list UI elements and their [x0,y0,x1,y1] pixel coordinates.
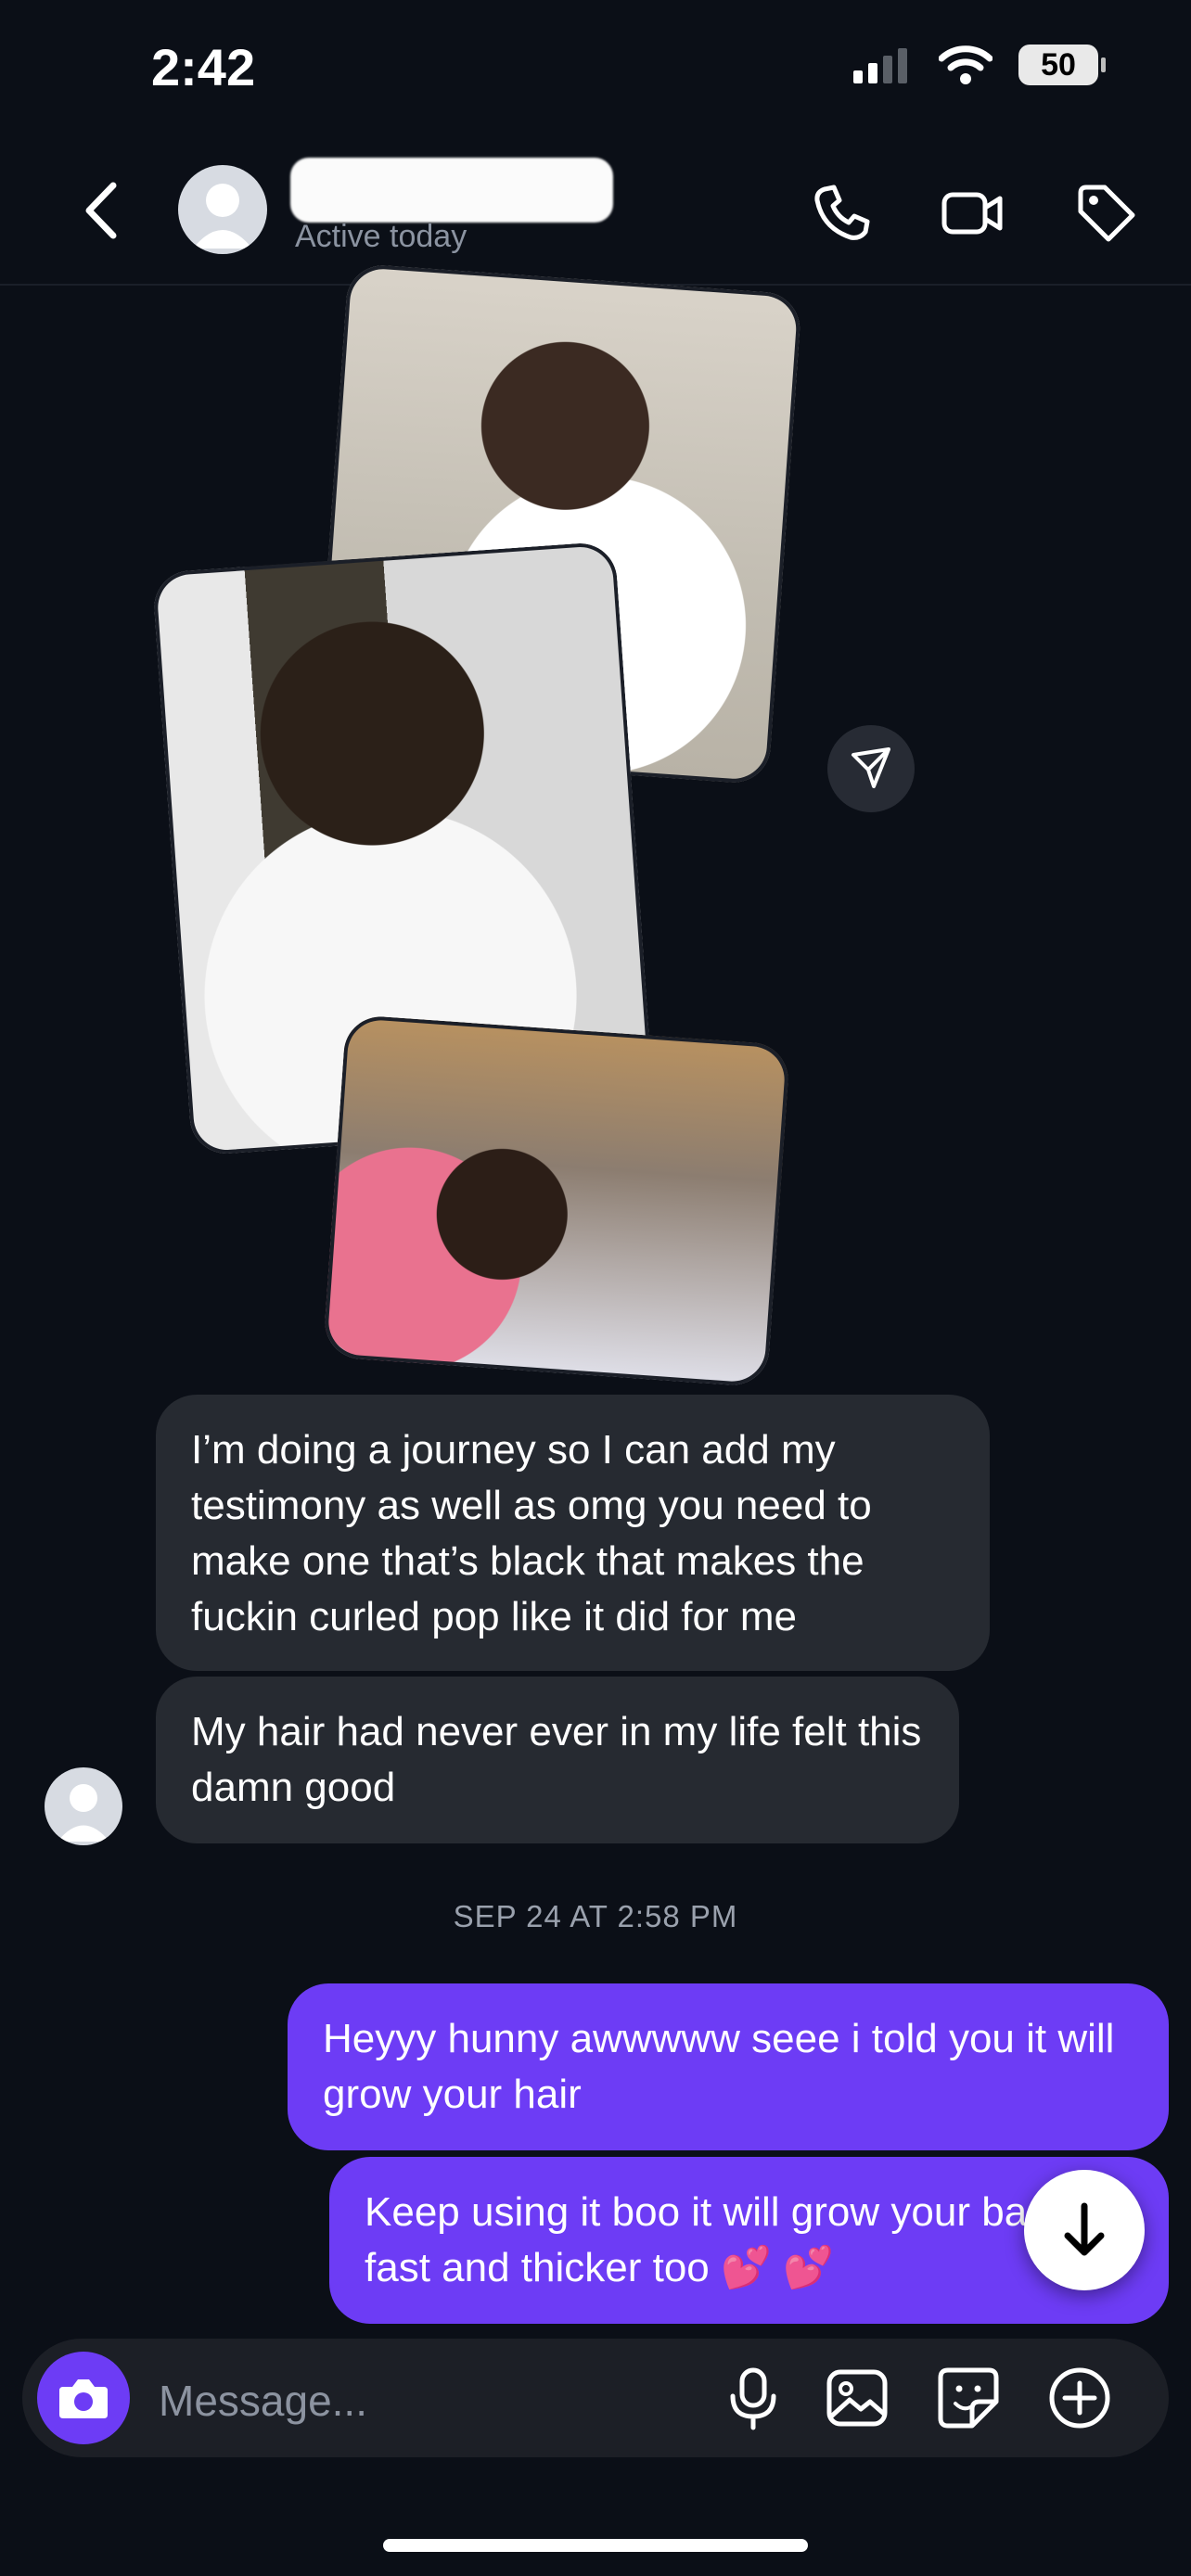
phone-icon[interactable] [808,180,875,247]
chat-header: Active today [0,139,1191,286]
message-timestamp: SEP 24 AT 2:58 PM [453,1899,738,1933]
sender-avatar[interactable] [45,1767,122,1845]
plus-circle-icon[interactable] [1046,2365,1113,2431]
scroll-to-bottom-button[interactable] [1024,2170,1145,2290]
send-icon [852,747,890,788]
video-icon[interactable] [939,180,1005,247]
arrow-down-icon [1064,2202,1105,2256]
sticker-icon[interactable] [935,2365,1002,2431]
contact-avatar[interactable] [178,165,267,254]
incoming-message[interactable]: I’m doing a journey so I can add my test… [156,1395,990,1671]
incoming-message[interactable]: My hair had never ever in my life felt t… [156,1677,959,1843]
status-icons: 50 [853,45,1106,85]
signal-icon [853,48,907,83]
chevron-left-icon[interactable] [76,178,132,243]
status-bar: 2:42 50 [0,0,1191,139]
outgoing-message[interactable]: Heyyy hunny awwwww seee i told you it wi… [288,1983,1169,2150]
share-button[interactable] [827,725,915,812]
message-input[interactable] [157,2372,698,2429]
redacted-contact-name [290,158,613,223]
tag-icon[interactable] [1071,180,1138,247]
shared-photo-3[interactable] [322,1014,791,1388]
active-status: Active today [295,219,467,254]
wifi-icon [939,45,992,84]
home-indicator[interactable] [383,2539,808,2552]
message-composer [22,2339,1169,2457]
image-icon[interactable] [824,2365,890,2431]
mic-icon[interactable] [720,2365,787,2431]
camera-button[interactable] [37,2352,130,2444]
status-time: 2:42 [151,38,256,96]
battery-indicator: 50 [1018,45,1106,85]
camera-icon [59,2379,108,2418]
